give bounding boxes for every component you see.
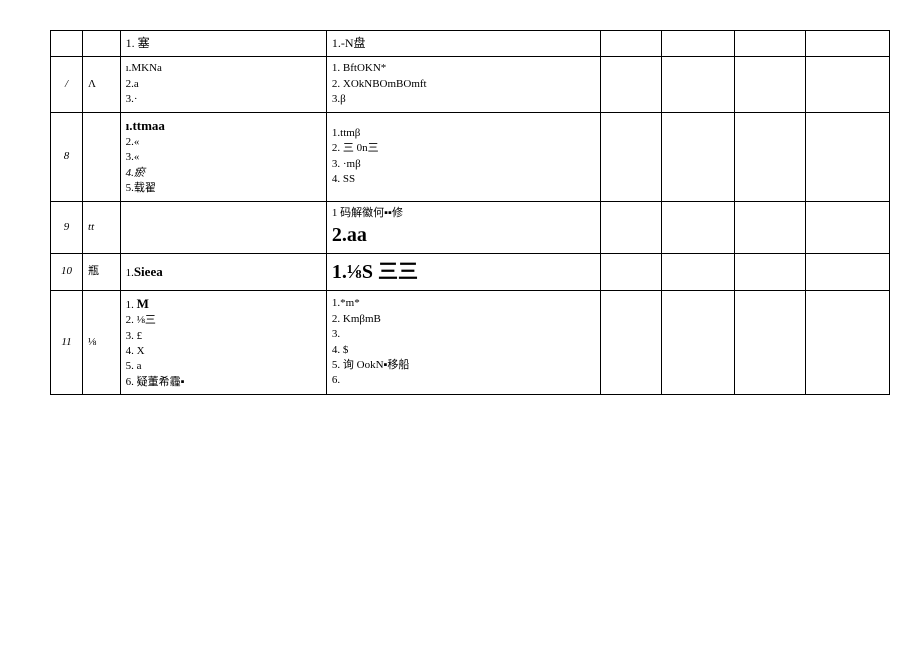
- empty-cell: [601, 201, 662, 253]
- empty-cell: [662, 290, 735, 394]
- col-a: [120, 201, 326, 253]
- row-number: 11: [51, 290, 83, 394]
- empty-cell: [805, 201, 889, 253]
- empty-cell: [601, 290, 662, 394]
- col-b: 1 码解徽何▪▪修 2.aa: [326, 201, 600, 253]
- empty-cell: [805, 253, 889, 290]
- empty-cell: [805, 290, 889, 394]
- empty-cell: [601, 57, 662, 112]
- empty-cell: [662, 112, 735, 201]
- row-symbol: [83, 112, 121, 201]
- col-b: 1.ttmβ 2. 三 0n三 3. ·mβ 4. SS: [326, 112, 600, 201]
- data-table: 1. 塞1.-N盘/Λı.MKNa 2.a 3.·1. BftOKN* 2. X…: [50, 30, 890, 395]
- empty-cell: [735, 112, 805, 201]
- row-number: 10: [51, 253, 83, 290]
- table-row: 9tt 1 码解徽何▪▪修 2.aa: [51, 201, 890, 253]
- empty-cell: [805, 112, 889, 201]
- row-number: 8: [51, 112, 83, 201]
- empty-cell: [735, 31, 805, 57]
- row-symbol: Λ: [83, 57, 121, 112]
- row-symbol: [83, 31, 121, 57]
- row-symbol: 瓶: [83, 253, 121, 290]
- table-row: 10瓶1.Sieea1.⅛S 三三: [51, 253, 890, 290]
- col-a: ı.ttmaa 2.« 3.« 4.瘀 5.载翟: [120, 112, 326, 201]
- empty-cell: [662, 201, 735, 253]
- empty-cell: [735, 201, 805, 253]
- col-a: 1. M 2. ⅛三 3. £ 4. X 5. a 6. 疑董希霾▪: [120, 290, 326, 394]
- col-b: 1. BftOKN* 2. XOkNBOmBOmft 3.β: [326, 57, 600, 112]
- empty-cell: [662, 31, 735, 57]
- empty-cell: [662, 253, 735, 290]
- col-a: ı.MKNa 2.a 3.·: [120, 57, 326, 112]
- col-b: 1.*m* 2. KmβmB 3. 4. $ 5. 询 OokN▪移船 6.: [326, 290, 600, 394]
- empty-cell: [735, 290, 805, 394]
- empty-cell: [805, 31, 889, 57]
- row-symbol: ⅛: [83, 290, 121, 394]
- empty-cell: [735, 57, 805, 112]
- table-row: 8 ı.ttmaa 2.« 3.« 4.瘀 5.载翟1.ttmβ 2. 三 0n三…: [51, 112, 890, 201]
- col-b: 1.-N盘: [326, 31, 600, 57]
- col-a: 1. 塞: [120, 31, 326, 57]
- empty-cell: [601, 31, 662, 57]
- empty-cell: [805, 57, 889, 112]
- table-row: 11⅛1. M 2. ⅛三 3. £ 4. X 5. a 6. 疑董希霾▪1.*…: [51, 290, 890, 394]
- col-a: 1.Sieea: [120, 253, 326, 290]
- empty-cell: [601, 253, 662, 290]
- row-symbol: tt: [83, 201, 121, 253]
- empty-cell: [662, 57, 735, 112]
- table-row: 1. 塞1.-N盘: [51, 31, 890, 57]
- row-number: 9: [51, 201, 83, 253]
- table-row: /Λı.MKNa 2.a 3.·1. BftOKN* 2. XOkNBOmBOm…: [51, 57, 890, 112]
- col-b: 1.⅛S 三三: [326, 253, 600, 290]
- row-number: [51, 31, 83, 57]
- row-number: /: [51, 57, 83, 112]
- empty-cell: [735, 253, 805, 290]
- empty-cell: [601, 112, 662, 201]
